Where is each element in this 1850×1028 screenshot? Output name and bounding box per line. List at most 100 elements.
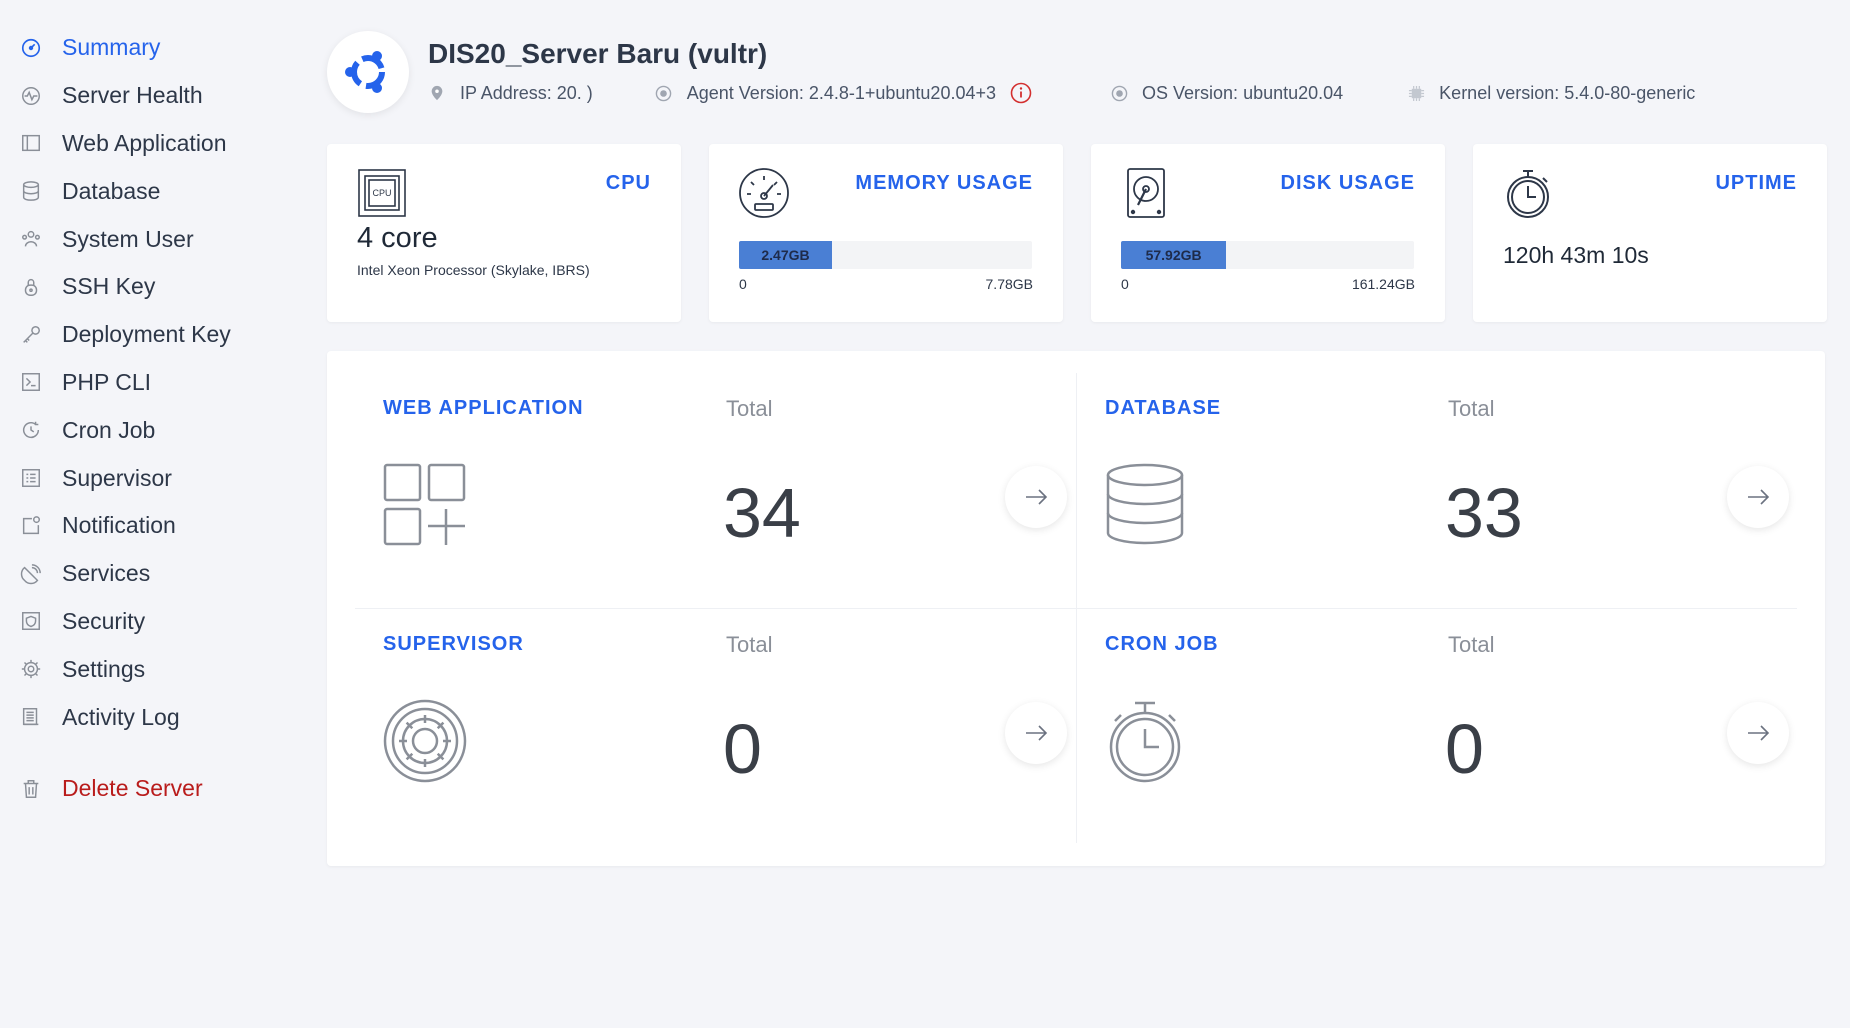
sidebar-item-label: Security — [62, 607, 146, 634]
disk-min: 0 — [1121, 276, 1129, 292]
memory-max: 7.78GB — [985, 276, 1033, 292]
sidebar-item-php-cli[interactable]: PHP CLI — [0, 359, 300, 407]
sidebar-item-cron-job[interactable]: Cron Job — [0, 406, 300, 454]
sidebar-item-summary[interactable]: Summary — [0, 24, 300, 72]
shield-icon — [20, 610, 42, 632]
agent-version: Agent Version: 2.4.8-1+ubuntu20.04+3 — [655, 82, 1046, 104]
sidebar-item-label: Settings — [62, 655, 146, 682]
arrow-right-icon — [1026, 489, 1048, 505]
arrow-right-icon — [1026, 725, 1048, 741]
chip-icon — [1407, 84, 1425, 102]
speedometer-icon — [20, 37, 42, 59]
arrow-right-icon — [1748, 725, 1770, 741]
sidebar-item-security[interactable]: Security — [0, 598, 300, 646]
cpu-title: CPU — [605, 172, 651, 194]
database-title: DATABASE — [1105, 397, 1222, 419]
sidebar-item-label: Database — [62, 177, 161, 204]
sidebar-item-database[interactable]: Database — [0, 167, 300, 215]
target-icon — [655, 84, 673, 102]
sidebar-item-activity-log[interactable]: Activity Log — [0, 693, 300, 741]
sidebar-item-label: Summary — [62, 34, 161, 61]
os-version-text: OS Version: ubuntu20.04 — [1142, 82, 1344, 103]
sidebar-item-delete-server[interactable]: Delete Server — [0, 765, 300, 813]
memory-card: MEMORY USAGE 2.47GB 0 7.78GB — [709, 144, 1063, 322]
uptime-card: UPTIME 120h 43m 10s — [1473, 144, 1827, 322]
cpu-card: CPU CPU 4 core Intel Xeon Processor (Sky… — [327, 144, 681, 322]
browser-window-icon — [20, 132, 42, 154]
memory-title: MEMORY USAGE — [855, 172, 1033, 194]
sidebar-item-label: Delete Server — [62, 775, 203, 802]
total-label: Total — [726, 396, 773, 421]
sidebar: Summary Server Health Web Application Da… — [0, 0, 300, 813]
cron-job-count: 0 — [1445, 710, 1484, 788]
sidebar-item-ssh-key[interactable]: SSH Key — [0, 263, 300, 311]
trash-icon — [20, 778, 42, 800]
sidebar-item-label: Notification — [62, 512, 176, 539]
info-icon[interactable] — [1010, 82, 1032, 104]
target-icon — [1110, 84, 1128, 102]
ip-address-text: IP Address: 20. ) — [460, 82, 593, 103]
cron-job-summary: CRON JOB Total 0 — [1105, 587, 1805, 817]
page-title: DIS20_Server Baru (vultr) — [428, 38, 768, 69]
sidebar-item-supervisor[interactable]: Supervisor — [0, 454, 300, 502]
supervisor-count: 0 — [723, 710, 762, 788]
ubuntu-logo-icon — [327, 31, 409, 113]
sidebar-item-label: System User — [62, 225, 194, 252]
sidebar-item-label: SSH Key — [62, 273, 156, 300]
web-application-go-button[interactable] — [1005, 466, 1067, 528]
checklist-icon — [20, 467, 42, 489]
disk-card: DISK USAGE 57.92GB 0 161.24GB — [1091, 144, 1445, 322]
total-label: Total — [726, 632, 773, 657]
supervisor-title: SUPERVISOR — [383, 633, 524, 655]
supervisor-go-button[interactable] — [1005, 702, 1067, 764]
arrow-right-icon — [1748, 489, 1770, 505]
users-icon — [20, 228, 42, 250]
cron-job-go-button[interactable] — [1727, 702, 1789, 764]
notification-icon — [20, 515, 42, 537]
disk-usage-fill: 57.92GB — [1121, 241, 1227, 269]
sidebar-item-web-application[interactable]: Web Application — [0, 120, 300, 168]
sidebar-item-notification[interactable]: Notification — [0, 502, 300, 550]
sidebar-item-label: Supervisor — [62, 464, 172, 491]
total-label: Total — [1448, 396, 1495, 421]
clock-refresh-icon — [20, 419, 42, 441]
gear-icon — [20, 658, 42, 680]
ip-address: IP Address: 20. ) — [428, 83, 593, 104]
stopwatch-icon — [1105, 699, 1189, 783]
web-application-title: WEB APPLICATION — [383, 397, 584, 419]
memory-usage-bar: 2.47GB — [739, 241, 1032, 269]
sidebar-item-label: Activity Log — [62, 703, 180, 730]
sidebar-item-label: Services — [62, 560, 151, 587]
apps-add-icon — [383, 463, 467, 547]
disk-max: 161.24GB — [1351, 276, 1415, 292]
sidebar-item-label: Web Application — [62, 129, 227, 156]
sidebar-item-server-health[interactable]: Server Health — [0, 72, 300, 120]
sidebar-item-system-user[interactable]: System User — [0, 215, 300, 263]
sidebar-item-label: Cron Job — [62, 416, 156, 443]
web-application-summary: WEB APPLICATION Total 34 — [383, 351, 1083, 581]
sidebar-item-services[interactable]: Services — [0, 550, 300, 598]
gauge-icon — [737, 166, 791, 220]
database-go-button[interactable] — [1727, 466, 1789, 528]
memory-usage-fill: 2.47GB — [739, 241, 833, 269]
sidebar-item-settings[interactable]: Settings — [0, 645, 300, 693]
cpu-icon: CPU — [355, 166, 409, 220]
supervisor-summary: SUPERVISOR Total 0 — [383, 587, 1083, 817]
kernel-version-text: Kernel version: 5.4.0-80-generic — [1439, 82, 1696, 103]
web-application-count: 34 — [723, 474, 801, 552]
stopwatch-icon — [1501, 166, 1555, 220]
terminal-icon — [20, 371, 42, 393]
pulse-icon — [20, 85, 42, 107]
server-meta: IP Address: 20. ) Agent Version: 2.4.8-1… — [428, 82, 1695, 104]
total-label: Total — [1448, 632, 1495, 657]
uptime-title: UPTIME — [1715, 172, 1797, 194]
database-icon — [1105, 463, 1189, 547]
database-icon — [20, 180, 42, 202]
sidebar-item-label: Deployment Key — [62, 321, 231, 348]
gear-icon — [383, 699, 467, 783]
disk-usage-bar: 57.92GB — [1121, 241, 1414, 269]
location-pin-icon — [428, 84, 446, 102]
summary-panel: WEB APPLICATION Total 34 DATABASE Total — [327, 351, 1825, 866]
uptime-value: 120h 43m 10s — [1503, 242, 1649, 268]
sidebar-item-deployment-key[interactable]: Deployment Key — [0, 311, 300, 359]
